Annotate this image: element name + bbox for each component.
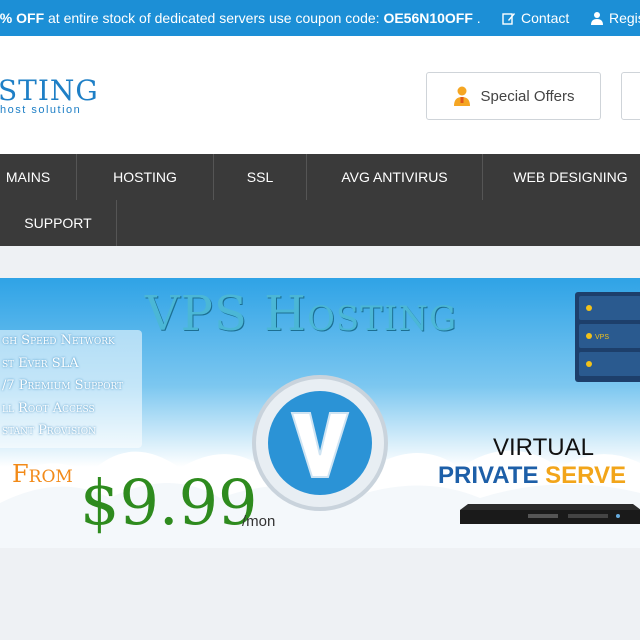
- register-link[interactable]: Regis: [590, 10, 640, 26]
- register-label: Regis: [609, 10, 640, 26]
- banner-title: VPS Hosting: [145, 286, 458, 342]
- site-logo[interactable]: STING: [0, 74, 99, 107]
- main-nav: MAINS HOSTING SSL AVG ANTIVIRUS WEB DESI…: [0, 154, 640, 246]
- from-label: From: [12, 460, 73, 488]
- site-header: STING host solution Special Offers: [0, 36, 640, 154]
- rack-label: VPS: [595, 334, 609, 341]
- feature-list: gh Speed Network st Ever SLA /7 Premium …: [0, 330, 142, 448]
- feature-item: ll Root Access: [2, 400, 95, 416]
- promo-message: at entire stock of dedicated servers use…: [44, 10, 384, 26]
- vps-hosting-banner[interactable]: VPS Hosting gh Speed Network st Ever SLA…: [0, 278, 640, 548]
- nav-item-support[interactable]: SUPPORT: [0, 200, 116, 246]
- nav-item-web-designing[interactable]: WEB DESIGNING: [483, 154, 640, 200]
- nav-item-hosting[interactable]: HOSTING: [77, 154, 213, 200]
- promo-bar: 0% OFF at entire stock of dedicated serv…: [0, 0, 640, 36]
- virtual-label: VIRTUAL: [493, 434, 594, 461]
- feature-item: st Ever SLA: [2, 355, 79, 371]
- server-rack-graphic: VPS: [575, 292, 640, 382]
- person-icon: [453, 86, 470, 106]
- edit-icon: [502, 13, 515, 25]
- private-server-label: PRIVATE SERVE: [438, 462, 626, 490]
- special-offers-label: Special Offers: [480, 87, 575, 105]
- server-word: SERVE: [545, 462, 627, 489]
- promo-text: 0% OFF at entire stock of dedicated serv…: [0, 10, 481, 26]
- price-period: /mon: [242, 513, 276, 530]
- nav-item-avg-antivirus[interactable]: AVG ANTIVIRUS: [307, 154, 482, 200]
- feature-item: gh Speed Network: [2, 333, 115, 348]
- nav-item-domains[interactable]: MAINS: [0, 154, 76, 200]
- feature-item: /7 Premium Support: [2, 378, 124, 393]
- feature-item: stant Provision: [2, 423, 96, 438]
- promo-suffix: .: [472, 10, 481, 26]
- vps-v-logo: [252, 375, 388, 511]
- header-button-partial[interactable]: [621, 72, 640, 120]
- promo-discount: 0% OFF: [0, 10, 45, 26]
- user-icon: [591, 12, 603, 25]
- private-word: PRIVATE: [438, 462, 546, 489]
- rack-server-graphic: [460, 504, 640, 524]
- site-tagline: host solution: [0, 104, 82, 116]
- nav-item-ssl[interactable]: SSL: [214, 154, 306, 200]
- nav-divider: [116, 200, 117, 246]
- price: $9.99: [80, 466, 258, 539]
- contact-link[interactable]: Contact: [502, 10, 569, 26]
- coupon-code: OE56N10OFF: [383, 10, 473, 26]
- special-offers-button[interactable]: Special Offers: [426, 72, 601, 120]
- contact-label: Contact: [521, 10, 570, 26]
